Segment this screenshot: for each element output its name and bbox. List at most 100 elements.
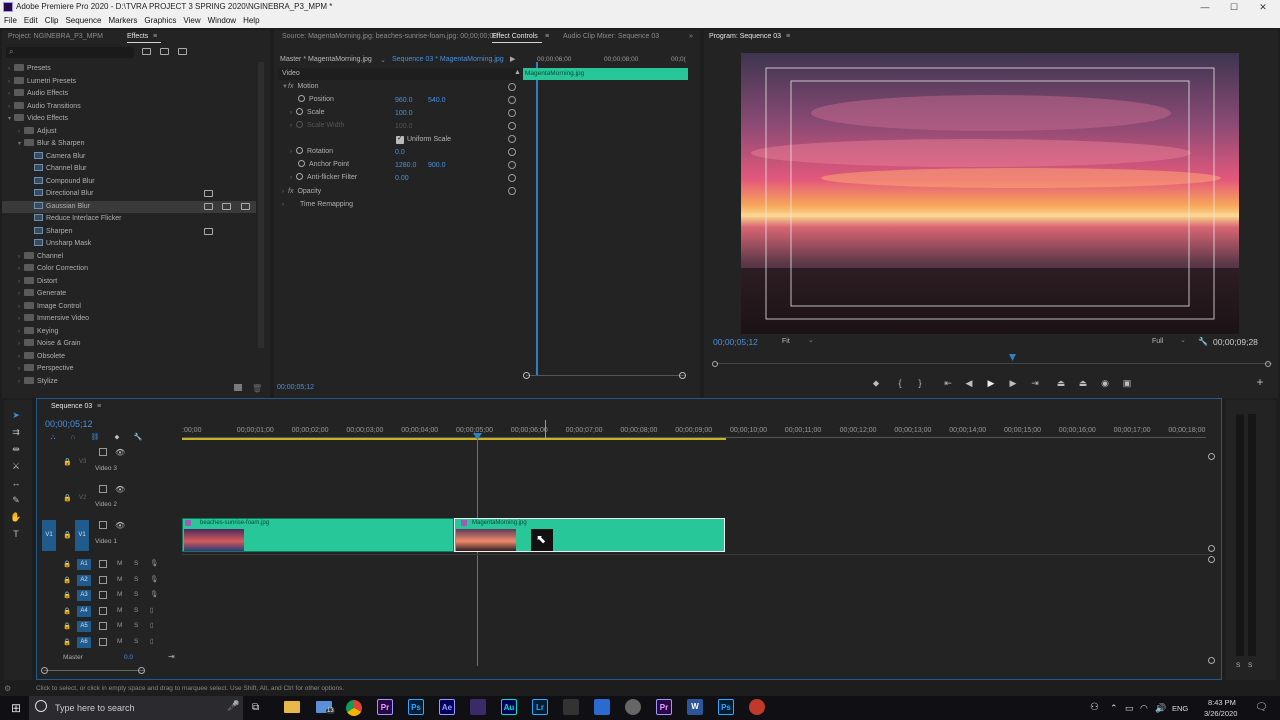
toggle-sync-lock-icon[interactable]: [99, 448, 107, 456]
add-marker-icon[interactable]: ⬥: [111, 433, 123, 443]
audio-track-target[interactable]: A2: [77, 574, 91, 586]
menu-markers[interactable]: Markers: [109, 16, 138, 25]
microphone-icon[interactable]: 🎤: [227, 701, 239, 712]
go-to-in-icon[interactable]: ⇤: [942, 378, 954, 388]
menu-file[interactable]: File: [4, 16, 17, 25]
effects-tree-item[interactable]: › Stylize: [2, 376, 256, 388]
timeline-timecode[interactable]: 00;00;05;12: [45, 419, 93, 429]
reset-icon[interactable]: [508, 96, 516, 104]
toggle-sync-lock-icon[interactable]: [99, 521, 107, 529]
chrome-icon[interactable]: [346, 700, 362, 716]
wrench-icon[interactable]: 🔧: [1198, 337, 1208, 346]
solo-button[interactable]: S: [134, 560, 138, 567]
effects-tree-item[interactable]: Camera Blur: [2, 151, 256, 163]
anchor-x-value[interactable]: 1280.0: [395, 162, 416, 169]
rotation-value[interactable]: 0.0: [395, 149, 405, 156]
solo-button[interactable]: S: [134, 576, 138, 583]
toggle-sync-lock-icon[interactable]: [99, 575, 107, 584]
toggle-sync-lock-icon[interactable]: [99, 622, 107, 631]
mute-button[interactable]: M: [117, 591, 122, 598]
solo-button[interactable]: S: [134, 591, 138, 598]
expand-triangle-icon[interactable]: ›: [282, 199, 288, 211]
export-frame-icon[interactable]: ◉: [1099, 378, 1111, 388]
more-panels-icon[interactable]: »: [689, 30, 693, 44]
voice-over-record-icon[interactable]: ▯: [150, 621, 154, 629]
audio-track-target[interactable]: A3: [77, 590, 91, 602]
menu-sequence[interactable]: Sequence: [65, 16, 101, 25]
program-scrub-bar[interactable]: [716, 363, 1272, 364]
lock-icon[interactable]: 🔒: [63, 591, 71, 599]
chevron-down-icon[interactable]: ⌄: [808, 336, 814, 344]
settings-taskbar-icon[interactable]: [625, 699, 641, 715]
resolution-dropdown[interactable]: Full: [1152, 338, 1163, 345]
expand-triangle-icon[interactable]: ›: [290, 146, 296, 158]
notifications-icon[interactable]: 🗨: [1255, 702, 1268, 713]
mute-button[interactable]: M: [117, 638, 122, 645]
reset-icon[interactable]: [508, 161, 516, 169]
lock-icon[interactable]: 🔒: [63, 458, 72, 466]
audition-taskbar-icon[interactable]: Au: [501, 699, 517, 715]
track-id-v2[interactable]: V2: [79, 495, 86, 501]
chevron-down-icon[interactable]: ⌄: [1180, 336, 1186, 344]
windows-start-icon[interactable]: ⊞: [11, 701, 21, 715]
lock-icon[interactable]: 🔒: [63, 622, 71, 630]
solo-left-button[interactable]: S: [1236, 662, 1240, 669]
tab-project[interactable]: Project: NGINEBRA_P3_MPM: [8, 30, 103, 44]
lock-icon[interactable]: 🔒: [63, 494, 72, 502]
effects-tree-item[interactable]: Compound Blur: [2, 176, 256, 188]
yuv-effects-filter-icon[interactable]: [178, 48, 187, 55]
lock-icon[interactable]: 🔒: [63, 576, 71, 584]
solo-button[interactable]: S: [134, 622, 138, 629]
effects-tree-item[interactable]: › Obsolete: [2, 351, 256, 363]
effects-tree-item[interactable]: › Adjust: [2, 126, 256, 138]
linked-selection-icon[interactable]: ⛓: [89, 433, 101, 443]
track-select-tool-icon[interactable]: ⇉: [10, 427, 22, 437]
zoom-handle-left[interactable]: [41, 667, 48, 674]
opacity-row[interactable]: › fx Opacity: [282, 186, 321, 198]
play-icon[interactable]: ▶: [985, 378, 997, 388]
voice-over-record-icon[interactable]: 🎙: [150, 590, 158, 598]
new-bin-icon[interactable]: [234, 384, 242, 391]
reset-icon[interactable]: [508, 109, 516, 117]
slip-tool-icon[interactable]: ↔: [10, 478, 22, 488]
fx-badge[interactable]: fx: [288, 188, 293, 195]
go-to-end-icon[interactable]: ⇥: [168, 652, 175, 661]
stopwatch-icon[interactable]: [296, 173, 303, 180]
motion-row[interactable]: ▼fx Motion: [282, 81, 318, 93]
mute-button[interactable]: M: [117, 607, 122, 614]
source-patch-v1[interactable]: V1: [42, 520, 56, 551]
fx-badge[interactable]: fx: [288, 83, 293, 90]
toggle-sync-lock-icon[interactable]: [99, 638, 107, 646]
mark-out-icon[interactable]: }: [914, 378, 926, 388]
timeline-zoom-scrollbar[interactable]: [44, 670, 144, 671]
photoshop-2-taskbar-icon[interactable]: Ps: [718, 699, 734, 715]
effects-tree-item[interactable]: Directional Blur: [2, 188, 256, 200]
lock-icon[interactable]: 🔒: [63, 638, 71, 646]
scroll-handle[interactable]: [1208, 453, 1215, 460]
audio-track-target[interactable]: A5: [77, 621, 91, 633]
master-clip-selector[interactable]: Master * MagentaMorning.jpg: [280, 56, 372, 63]
audio-track-target[interactable]: A1: [77, 559, 91, 570]
lock-icon[interactable]: 🔒: [63, 531, 72, 539]
timeline-settings-icon[interactable]: 🔧: [132, 433, 144, 443]
eye-icon[interactable]: 👁: [115, 448, 125, 457]
program-video-frame[interactable]: [741, 53, 1239, 334]
uniform-scale-checkbox[interactable]: ✓: [396, 135, 404, 144]
menu-window[interactable]: Window: [208, 16, 236, 25]
effect-clip-bar[interactable]: MagentaMorning.jpg: [523, 68, 688, 80]
track-id-v3[interactable]: V3: [79, 459, 86, 465]
menu-clip[interactable]: Clip: [45, 16, 59, 25]
reset-icon[interactable]: [508, 148, 516, 156]
calculator-taskbar-icon[interactable]: [563, 699, 579, 715]
effects-tree-item[interactable]: › Lumetri Presets: [2, 76, 256, 88]
effects-tree-item[interactable]: ▾ Video Effects: [2, 113, 256, 125]
menu-graphics[interactable]: Graphics: [144, 16, 176, 25]
close-button[interactable]: ✕: [1248, 0, 1278, 14]
32bit-effects-filter-icon[interactable]: [160, 48, 169, 55]
eye-icon[interactable]: 👁: [115, 485, 125, 494]
mini-playhead[interactable]: [536, 62, 538, 376]
reset-icon[interactable]: [508, 135, 516, 143]
taskbar-search-box[interactable]: Type here to search 🎤: [29, 696, 243, 720]
toggle-sync-lock-icon[interactable]: [99, 485, 107, 493]
effects-tree-item[interactable]: Channel Blur: [2, 163, 256, 175]
